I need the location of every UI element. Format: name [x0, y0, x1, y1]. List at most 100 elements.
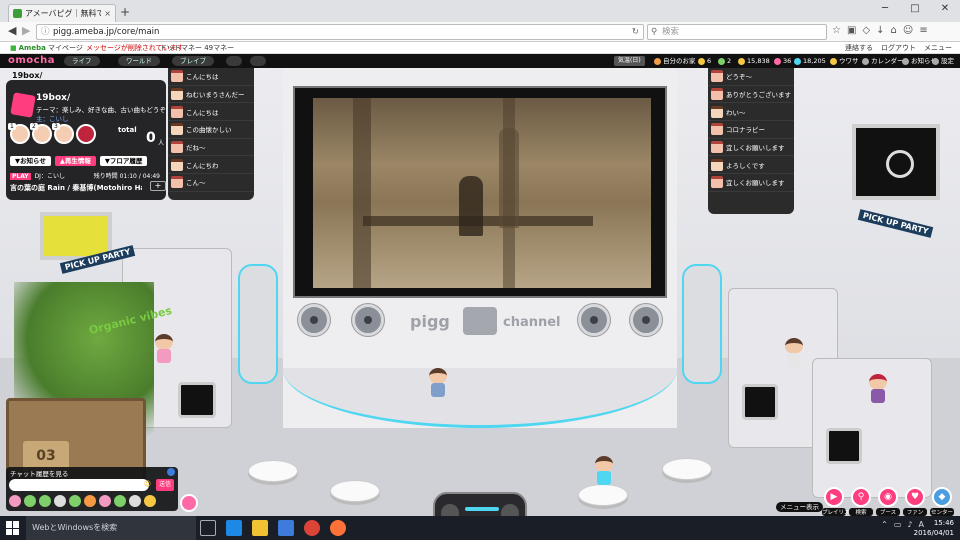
edge-icon[interactable] — [226, 520, 242, 536]
bookmark-star-icon[interactable]: ☆ — [832, 25, 841, 36]
ameba-logo[interactable]: Ameba — [10, 42, 46, 54]
weather-badge[interactable]: 気温(日) — [614, 56, 645, 66]
chat-avatar-icon — [711, 123, 723, 136]
firefox-icon[interactable] — [330, 520, 346, 536]
search-input[interactable]: ⚲ 検索 — [647, 24, 827, 40]
tray-chevron-icon[interactable]: ⌃ — [881, 520, 888, 529]
nav-world[interactable]: ワールド — [118, 56, 160, 66]
emote-icon[interactable] — [99, 495, 111, 507]
menu-toggle-button[interactable]: メニュー表示 — [776, 502, 823, 512]
forward-icon[interactable]: ▶ — [22, 24, 30, 37]
pocket-icon[interactable]: ◇ — [862, 25, 870, 36]
stool[interactable] — [662, 458, 712, 480]
emote-icon[interactable] — [69, 495, 81, 507]
chat-line: だね〜 — [168, 139, 254, 157]
task-view-icon[interactable] — [200, 520, 216, 536]
center-button[interactable]: ◆ センター — [930, 487, 954, 516]
back-icon[interactable]: ◀ — [8, 24, 16, 37]
stat-hearts[interactable]: 36 — [774, 54, 791, 68]
add-song-button[interactable]: + — [150, 181, 166, 191]
player-avatar[interactable] — [426, 368, 450, 398]
video-screen[interactable] — [293, 86, 667, 298]
windows-start-icon[interactable] — [6, 521, 20, 535]
heart-emote-icon[interactable] — [9, 495, 21, 507]
minimize-icon[interactable]: ─ — [870, 0, 900, 20]
reload-icon[interactable]: ↻ — [632, 25, 639, 39]
close-tab-icon[interactable]: × — [104, 9, 111, 18]
url-bar[interactable]: ⓘ pigg.ameba.jp/core/main ↻ — [36, 24, 644, 40]
store-icon[interactable] — [278, 520, 294, 536]
nav-life[interactable]: ライフ — [64, 56, 100, 66]
playlist-button[interactable]: ▶ プレイリスト — [822, 487, 855, 516]
game-canvas[interactable]: omocha ライフ ワールド ブレイブ 気温(日) 自分のお家 6 2 15,… — [0, 54, 960, 516]
download-icon[interactable]: ↓ — [876, 25, 884, 36]
nav-extra-2[interactable] — [250, 56, 266, 66]
rank-avatar[interactable]: 1 — [8, 123, 30, 144]
chat-avatar-icon — [711, 88, 723, 101]
nav-brave[interactable]: ブレイブ — [172, 56, 214, 66]
emote-icon[interactable] — [84, 495, 96, 507]
visitor-avatar[interactable] — [592, 456, 616, 486]
stat-2[interactable]: 2 — [718, 54, 731, 68]
send-button[interactable]: 送信 — [156, 479, 174, 491]
stat-points[interactable]: 18,205 — [794, 54, 826, 68]
chat-history-link[interactable]: チャット履歴を見る — [10, 468, 68, 478]
maximize-icon[interactable]: □ — [900, 0, 930, 20]
nav-extra-1[interactable] — [226, 56, 242, 66]
menu-icon[interactable]: ≡ — [919, 25, 927, 36]
stat-rumor[interactable]: ウワサ — [830, 54, 859, 68]
rank-avatar[interactable]: 2 — [30, 123, 52, 144]
emote-icon[interactable] — [39, 495, 51, 507]
dj-avatar[interactable] — [866, 374, 890, 404]
emote-icon[interactable] — [54, 495, 66, 507]
stool[interactable] — [248, 460, 298, 482]
logout-link[interactable]: ログアウト — [881, 42, 916, 54]
file-explorer-icon[interactable] — [252, 520, 268, 536]
notice-button[interactable]: ▼お知らせ — [10, 156, 51, 166]
info-icon[interactable]: ⓘ — [41, 25, 50, 39]
chat-input[interactable] — [9, 479, 149, 491]
omocha-logo[interactable]: omocha — [8, 54, 55, 68]
calendar-link[interactable]: カレンダー — [862, 54, 904, 68]
chat-line: ねむいまうさんだー — [168, 86, 254, 104]
home-icon[interactable]: ⌂ — [891, 25, 897, 36]
volume-icon[interactable]: ♪ — [907, 520, 912, 529]
stool[interactable] — [330, 480, 380, 502]
browser-tab[interactable]: アメーバピグ｜無料で遊べるアバター × — [8, 4, 116, 22]
booth-button[interactable]: ◉ ブース — [876, 487, 900, 516]
rank-avatar[interactable]: 3 — [52, 123, 74, 144]
dj-avatar[interactable] — [782, 338, 806, 368]
close-window-icon[interactable]: ✕ — [930, 0, 960, 20]
emote-icon[interactable] — [129, 495, 141, 507]
new-tab-button[interactable]: + — [120, 5, 130, 19]
contact-link[interactable]: 連絡する — [845, 42, 873, 54]
stat-1[interactable]: 6 — [698, 54, 711, 68]
rank-avatar[interactable] — [76, 124, 96, 144]
box-owner-link[interactable]: 主：こいし — [36, 113, 69, 123]
reading-list-icon[interactable]: ▣ — [847, 25, 856, 36]
settings-link[interactable]: 設定 — [932, 54, 954, 68]
taskbar-clock[interactable]: 15:46 2016/04/01 — [914, 518, 954, 538]
emote-icon[interactable] — [114, 495, 126, 507]
dj-console[interactable] — [433, 492, 527, 516]
fan-button[interactable]: ♥ ファン — [903, 487, 927, 516]
stat-coins[interactable]: 15,838 — [738, 54, 770, 68]
stat-myhome[interactable]: 自分のお家 — [654, 54, 696, 68]
playback-info-button[interactable]: ▲再生情報 — [54, 156, 96, 166]
dj-avatar[interactable] — [152, 334, 176, 364]
network-icon[interactable]: ▭ — [894, 520, 902, 529]
menu-link[interactable]: メニュー — [924, 42, 952, 54]
history-toggle-icon[interactable] — [167, 468, 175, 476]
taskbar-search[interactable]: WebとWindowsを検索 — [26, 516, 196, 540]
star-emote-icon[interactable] — [144, 495, 156, 507]
floor-history-button[interactable]: ▼フロア履歴 — [99, 156, 148, 166]
mypage-link[interactable]: マイページ — [48, 42, 83, 54]
stool[interactable] — [578, 484, 628, 506]
emoji-icon[interactable]: ☺ — [144, 480, 151, 488]
pig-action-icon[interactable] — [180, 494, 198, 512]
chat-icon[interactable]: ☺ — [903, 25, 913, 36]
points-link[interactable]: ドットマネー 49マネー — [160, 42, 234, 54]
search-button[interactable]: ⚲ 検索 — [849, 487, 873, 516]
chrome-icon[interactable] — [304, 520, 320, 536]
emote-icon[interactable] — [24, 495, 36, 507]
